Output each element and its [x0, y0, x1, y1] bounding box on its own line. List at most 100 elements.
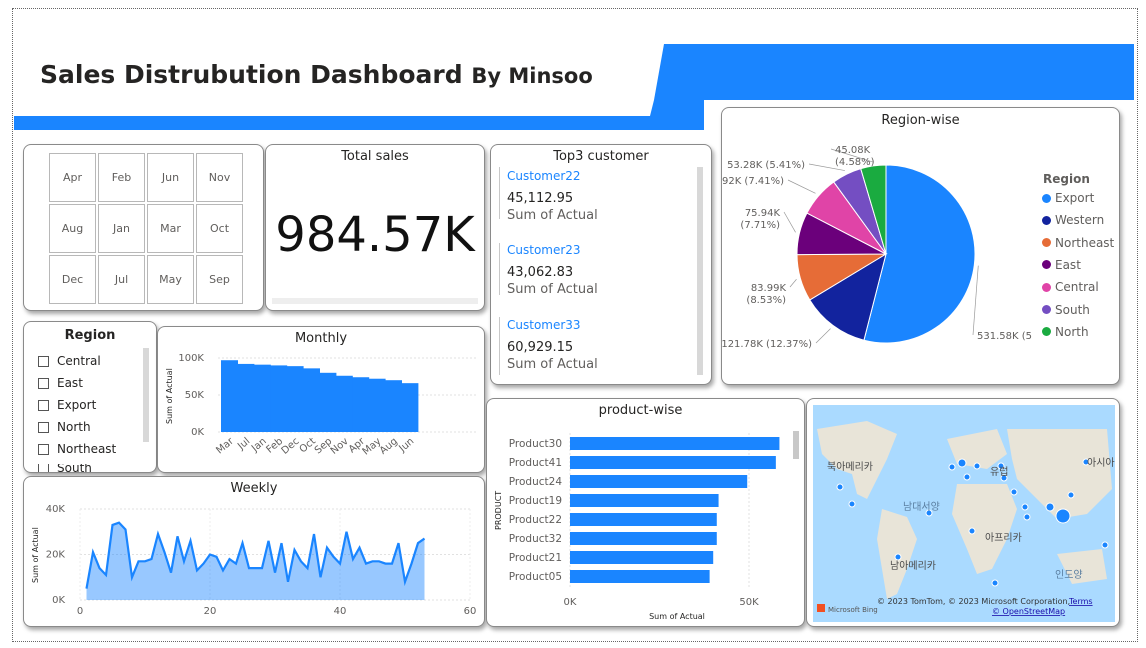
bar-sep[interactable] — [319, 372, 337, 432]
bar-aug[interactable] — [385, 380, 402, 432]
customer-card-3[interactable]: Customer33 60,929.15 Sum of Actual — [507, 318, 598, 372]
legend-item-western[interactable]: Western — [1042, 213, 1104, 227]
legend-item-north[interactable]: North — [1042, 325, 1089, 339]
pie-data-label: 53.28K (5.41%) — [727, 160, 805, 171]
x-tick-label: 60 — [464, 606, 477, 617]
x-tick-label: Mar — [214, 435, 236, 456]
legend-label: Export — [1055, 191, 1095, 205]
legend-dot-icon — [1042, 282, 1051, 292]
customer-card-1[interactable]: Customer22 45,112.95 Sum of Actual — [507, 169, 598, 223]
legend-item-central[interactable]: Central — [1042, 280, 1099, 294]
region-pie-chart: 531.58K (53.99%) 121.78K (12.37%) 83.99K(8… — [722, 145, 1032, 350]
map-terms-link[interactable]: Terms — [1068, 597, 1093, 606]
weekly-card: Weekly 0K 20K 40K 0 20 40 60 Sum of Actual — [23, 476, 485, 627]
checkbox-icon[interactable] — [38, 377, 49, 389]
region-option-east[interactable]: East — [38, 376, 83, 390]
legend-item-east[interactable]: East — [1042, 258, 1081, 272]
month-tile-may[interactable]: May — [147, 255, 194, 304]
legend-item-northeast[interactable]: Northeast — [1042, 236, 1114, 250]
region-option-central[interactable]: Central — [38, 354, 101, 368]
region-option-export[interactable]: Export — [38, 398, 96, 412]
legend-label: South — [1055, 302, 1090, 317]
bar-product30[interactable] — [570, 437, 780, 450]
map-label-indian-ocean: 인도양 — [1055, 569, 1083, 581]
bar-dec[interactable] — [286, 366, 304, 432]
region-slicer-scrollbar[interactable] — [143, 348, 149, 442]
bar-product41[interactable] — [570, 456, 776, 469]
bar-apr[interactable] — [352, 377, 370, 432]
region-option-north[interactable]: North — [38, 420, 91, 434]
region-option-label: South — [57, 464, 92, 472]
month-tile-jun[interactable]: Jun — [147, 153, 194, 202]
checkbox-icon[interactable] — [38, 464, 49, 472]
bar-jan[interactable] — [253, 364, 271, 432]
pie-leader-line — [789, 279, 797, 288]
legend-item-south[interactable]: South — [1042, 303, 1090, 317]
month-tile-dec[interactable]: Dec — [49, 255, 96, 304]
legend-dot-icon — [1042, 305, 1051, 314]
product-scrollbar[interactable] — [793, 431, 799, 459]
month-tile-apr[interactable]: Apr — [49, 153, 96, 202]
month-tile-nov[interactable]: Nov — [196, 153, 243, 202]
pie-leader-line — [972, 265, 979, 336]
bing-label: Microsoft Bing — [828, 606, 878, 614]
y-tick-label: 40K — [46, 504, 66, 515]
month-tile-mar[interactable]: Mar — [147, 204, 194, 253]
checkbox-icon[interactable] — [38, 399, 49, 411]
world-map[interactable]: 북아메리카 유럽 아시아 아프리카 남아메리카 남대서양 인도양 Microso… — [807, 399, 1120, 627]
x-tick-label: 20 — [204, 606, 217, 617]
region-option-northeast[interactable]: Northeast — [38, 442, 116, 456]
region-option-label: North — [57, 420, 91, 434]
y-tick-label: Product32 — [509, 533, 562, 545]
bar-product19[interactable] — [570, 494, 719, 507]
y-tick-label: Product22 — [509, 514, 562, 526]
pie-leader-line — [787, 179, 816, 194]
y-tick-label: 20K — [46, 550, 66, 561]
bar-feb[interactable] — [270, 365, 288, 432]
x-tick-label: 0K — [564, 597, 577, 608]
top3-scrollbar[interactable] — [697, 167, 703, 375]
bar-may[interactable] — [368, 378, 386, 432]
total-sales-value: 984.57K — [275, 207, 475, 263]
month-tile-feb[interactable]: Feb — [98, 153, 145, 202]
legend-dot-icon — [1042, 238, 1051, 248]
x-tick-label: Jun — [397, 436, 417, 455]
monthly-card: Monthly 0K 50K 100K Sum of Actual Mar Jul Jan F… — [157, 326, 485, 473]
bar-jun[interactable] — [401, 383, 419, 432]
month-tile-jul[interactable]: Jul — [98, 255, 145, 304]
legend-dot-icon — [1042, 327, 1051, 337]
bar-product24[interactable] — [570, 475, 748, 488]
map-osm-link[interactable]: © OpenStreetMap — [992, 607, 1065, 616]
product-bar-chart: 0K 50K Sum of Actual PRODUCT Product30 Produc… — [494, 433, 780, 621]
checkbox-icon[interactable] — [38, 443, 49, 455]
bar-product32[interactable] — [570, 532, 717, 545]
month-tile-sep[interactable]: Sep — [196, 255, 243, 304]
bar-product05[interactable] — [570, 570, 710, 583]
pie-data-label: (4.58%) — [835, 157, 875, 168]
y-axis-label: PRODUCT — [494, 491, 503, 530]
pie-data-label: (7.71%) — [740, 220, 780, 231]
region-option-south[interactable]: South — [38, 464, 92, 472]
bar-mar[interactable] — [221, 360, 238, 432]
legend-label: East — [1055, 257, 1081, 272]
region-option-label: East — [57, 376, 83, 390]
month-tile-oct[interactable]: Oct — [196, 204, 243, 253]
legend-label: North — [1055, 324, 1089, 339]
bar-jul[interactable] — [237, 363, 255, 432]
checkbox-icon[interactable] — [38, 421, 49, 433]
map-card[interactable]: 북아메리카 유럽 아시아 아프리카 남아메리카 남대서양 인도양 Microso… — [806, 398, 1120, 627]
checkbox-icon[interactable] — [38, 355, 49, 367]
month-tile-jan[interactable]: Jan — [98, 204, 145, 253]
legend-item-export[interactable]: Export — [1042, 191, 1094, 205]
top3-customer-card: Top3 customer Customer22 45,112.95 Sum o… — [490, 144, 712, 385]
pie-legend-title: Region — [1043, 172, 1090, 186]
customer-card-2[interactable]: Customer23 43,062.83 Sum of Actual — [507, 243, 598, 297]
bar-product21[interactable] — [570, 551, 714, 564]
bar-nov[interactable] — [335, 375, 353, 432]
bar-oct[interactable] — [303, 368, 320, 432]
month-tile-aug[interactable]: Aug — [49, 204, 96, 253]
x-tick-label: 50K — [739, 597, 759, 608]
monthly-bar-chart: 0K50K100KSum of ActualMar JulJanFebDecOct… — [165, 353, 476, 458]
x-tick-label: Jul — [235, 436, 252, 453]
bar-product22[interactable] — [570, 513, 717, 526]
